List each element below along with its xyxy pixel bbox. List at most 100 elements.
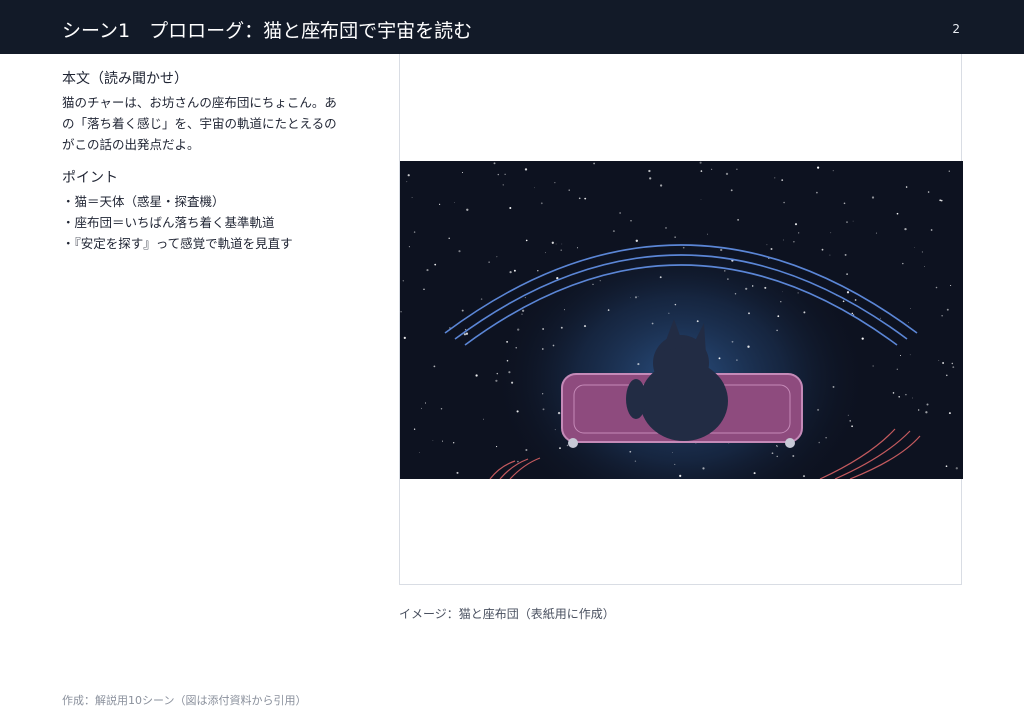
star <box>711 168 713 170</box>
text-column: 本文（読み聞かせ） 猫のチャーは、お坊さんの座布団にちょこん。あ の「落ち着く感… <box>62 68 362 254</box>
star <box>896 368 898 370</box>
star <box>426 269 429 272</box>
star <box>542 408 545 411</box>
star <box>458 250 461 253</box>
star <box>747 345 750 348</box>
star <box>634 460 637 462</box>
star <box>408 246 410 248</box>
star <box>905 186 908 188</box>
star <box>707 233 708 235</box>
star <box>648 169 651 173</box>
star <box>843 202 846 205</box>
star <box>939 199 942 202</box>
star <box>637 363 640 366</box>
star <box>668 312 670 314</box>
star <box>817 166 820 169</box>
star <box>727 278 729 280</box>
star <box>560 326 563 329</box>
star <box>425 402 426 404</box>
star <box>434 263 437 266</box>
body-paragraph: 猫のチャーは、お坊さんの座布団にちょこん。あ の「落ち着く感じ」を、宇宙の軌道に… <box>62 92 362 155</box>
star <box>411 196 413 198</box>
star <box>413 428 416 430</box>
star <box>700 170 703 172</box>
star <box>776 329 778 332</box>
star <box>830 232 832 234</box>
star <box>521 313 523 315</box>
star <box>731 340 734 343</box>
star <box>700 199 702 200</box>
star <box>927 191 930 193</box>
star <box>508 371 511 374</box>
star <box>720 248 723 252</box>
star <box>552 344 555 347</box>
star <box>504 173 506 175</box>
page-title: シーン1 プロローグ：猫と座布団で宇宙を読む <box>62 20 473 42</box>
star <box>454 202 455 204</box>
star <box>540 202 543 205</box>
star <box>879 317 881 319</box>
star <box>506 359 509 362</box>
star <box>456 471 459 474</box>
star <box>951 362 954 365</box>
star <box>875 232 877 234</box>
star <box>935 286 938 289</box>
star <box>938 359 940 361</box>
star <box>781 291 783 293</box>
star <box>781 179 784 181</box>
star <box>453 442 455 444</box>
star <box>599 280 601 282</box>
star <box>734 293 737 295</box>
star <box>955 467 958 470</box>
star <box>521 309 525 312</box>
star <box>506 340 509 343</box>
star <box>495 379 498 382</box>
star <box>674 236 676 238</box>
star <box>794 223 798 226</box>
star <box>564 309 565 311</box>
star <box>659 276 662 279</box>
star <box>914 247 916 248</box>
star <box>463 333 467 336</box>
star <box>941 315 943 317</box>
star <box>844 253 847 256</box>
star <box>423 288 425 290</box>
footer-note: 作成：解説用10シーン（図は添付資料から引用） <box>62 694 307 707</box>
star <box>583 325 587 328</box>
star <box>517 460 519 463</box>
star <box>736 359 738 361</box>
star <box>777 315 780 318</box>
star <box>871 196 875 199</box>
star <box>900 355 901 356</box>
star <box>792 455 795 457</box>
star <box>930 229 933 231</box>
points-list: ・猫＝天体（惑星・探査機） ・座布団＝いちばん落ち着く基準軌道 ・『安定を探す』… <box>62 191 362 254</box>
star <box>561 243 563 245</box>
star <box>483 418 484 420</box>
star <box>672 451 673 453</box>
star <box>776 455 778 458</box>
star <box>634 296 638 299</box>
star <box>584 197 587 200</box>
star <box>782 239 784 241</box>
star <box>651 322 654 325</box>
star <box>780 301 782 303</box>
star <box>724 270 726 272</box>
star <box>524 297 526 299</box>
star <box>832 170 834 172</box>
star <box>924 266 925 267</box>
star <box>946 308 949 311</box>
body-line: 猫のチャーは、お坊さんの座布団にちょこん。あ <box>62 95 337 110</box>
star <box>537 269 539 272</box>
star <box>659 184 663 187</box>
star <box>578 197 581 200</box>
star <box>945 465 948 468</box>
star <box>592 283 594 286</box>
star <box>433 365 436 368</box>
star <box>737 219 739 221</box>
star <box>803 311 806 314</box>
star <box>496 256 498 258</box>
star <box>513 269 516 272</box>
body-line: の「落ち着く感じ」を、宇宙の軌道にたとえるの <box>62 116 337 131</box>
star <box>448 237 450 240</box>
